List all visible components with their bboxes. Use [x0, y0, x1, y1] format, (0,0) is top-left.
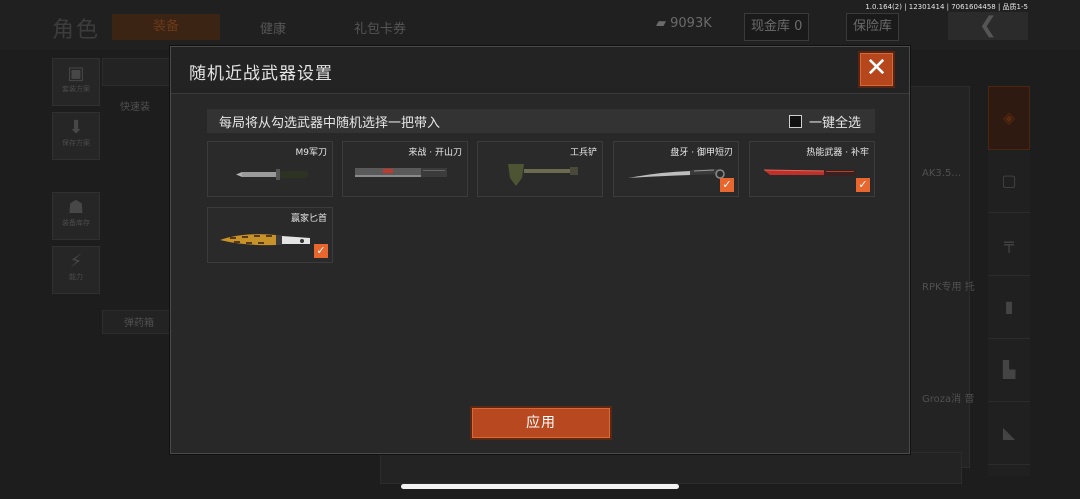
back-button[interactable]: ❮: [948, 12, 1028, 40]
weapon-card-m9[interactable]: M9军刀: [207, 141, 333, 197]
right-category-strip: ◈ ▢ ╤ ▮ ▙ ◣: [988, 86, 1030, 476]
lightning-icon: ⚡: [69, 251, 83, 272]
page-title: 角色: [52, 18, 101, 43]
curved-dagger-icon: [628, 169, 725, 179]
shovel-icon: [508, 164, 578, 186]
select-all-label: 一键全选: [808, 116, 861, 131]
back-arrow-icon: ❮: [978, 13, 998, 38]
category-grip[interactable]: ▙: [988, 339, 1030, 402]
dialog-header: 随机近战武器设置 ✕: [171, 47, 909, 94]
quick-label: 快速装: [120, 102, 150, 113]
category-stock[interactable]: ◣: [988, 402, 1030, 465]
helmet-icon: ☗: [67, 197, 85, 218]
side-storage-label: 装备库存: [62, 219, 90, 227]
tab-equipment[interactable]: 装备: [112, 14, 220, 40]
side-outfit-label: 套装方案: [62, 85, 90, 93]
insurance-button[interactable]: 保险库: [846, 13, 900, 41]
weapon-card-machete[interactable]: 来战 · 开山刀: [342, 141, 468, 197]
weapon-card-winner-dagger[interactable]: 赢家匕首 ✓: [207, 207, 333, 263]
dialog-title: 随机近战武器设置: [189, 64, 333, 84]
apply-button[interactable]: 应用: [472, 408, 610, 438]
close-button[interactable]: ✕: [860, 53, 893, 86]
money-display: ▰ 9093K: [656, 16, 712, 31]
machete-icon: [355, 168, 447, 177]
tab-health[interactable]: 健康: [260, 18, 286, 37]
gold-dagger-icon: [220, 234, 310, 246]
cash-storage-button[interactable]: 现金库 0: [744, 13, 810, 41]
side-outfit-button[interactable]: ▣ 套装方案: [52, 58, 100, 106]
side-save-label: 保存方案: [62, 139, 90, 147]
side-ability-label: 能力: [69, 273, 83, 281]
notice-bar: 每局将从勾选武器中随机选择一把带入 一键全选: [207, 109, 875, 133]
bg-bottom-row: [380, 452, 962, 484]
side-storage-button[interactable]: ☗ 装备库存: [52, 192, 100, 240]
money-value: 9093K: [670, 16, 712, 31]
category-magazine[interactable]: ▮: [988, 276, 1030, 339]
selected-check-icon[interactable]: ✓: [314, 244, 328, 258]
category-backpack[interactable]: ▢: [988, 150, 1030, 213]
bg-weapon-column: [908, 86, 970, 468]
side-ability-button[interactable]: ⚡ 能力: [52, 246, 100, 294]
version-text: 1.0.164(2) | 12301414 | 7061604458 | 品质1…: [865, 3, 1028, 11]
selected-check-icon[interactable]: ✓: [856, 178, 870, 192]
selected-check-icon[interactable]: ✓: [720, 178, 734, 192]
side-save-button[interactable]: ⬇ 保存方案: [52, 112, 100, 160]
ammo-label: 弹药箱: [124, 318, 154, 329]
bg-label-ak: AK3.5…: [922, 168, 962, 179]
weapon-card-shovel[interactable]: 工兵铲: [477, 141, 603, 197]
bg-slot: [102, 58, 174, 86]
bayonet-icon: [236, 169, 308, 180]
bg-label-groza: Groza消 音: [922, 394, 975, 405]
download-icon: ⬇: [68, 117, 84, 138]
select-all-checkbox[interactable]: [788, 115, 802, 128]
category-rifle[interactable]: ╤: [988, 213, 1030, 276]
random-melee-dialog: 随机近战武器设置 ✕ 每局将从勾选武器中随机选择一把带入 一键全选 M9军刀 来…: [170, 46, 910, 454]
category-melee[interactable]: ◈: [988, 86, 1030, 150]
red-blade-icon: [763, 169, 856, 176]
close-icon: ✕: [865, 53, 888, 83]
bg-label-rpk: RPK专用 托: [922, 282, 975, 293]
select-all-toggle[interactable]: 一键全选: [788, 112, 861, 131]
weapon-card-fang-dagger[interactable]: 盘牙 · 御甲短刃 ✓: [613, 141, 739, 197]
vest-icon: ▣: [67, 63, 85, 84]
home-indicator[interactable]: [401, 484, 679, 489]
notice-text: 每局将从勾选武器中随机选择一把带入: [219, 116, 441, 131]
weapon-card-thermal-blade[interactable]: 热能武器 · 补牢 ✓: [749, 141, 875, 197]
money-icon: ▰: [656, 16, 666, 31]
tab-gift-cards[interactable]: 礼包卡券: [354, 18, 406, 37]
